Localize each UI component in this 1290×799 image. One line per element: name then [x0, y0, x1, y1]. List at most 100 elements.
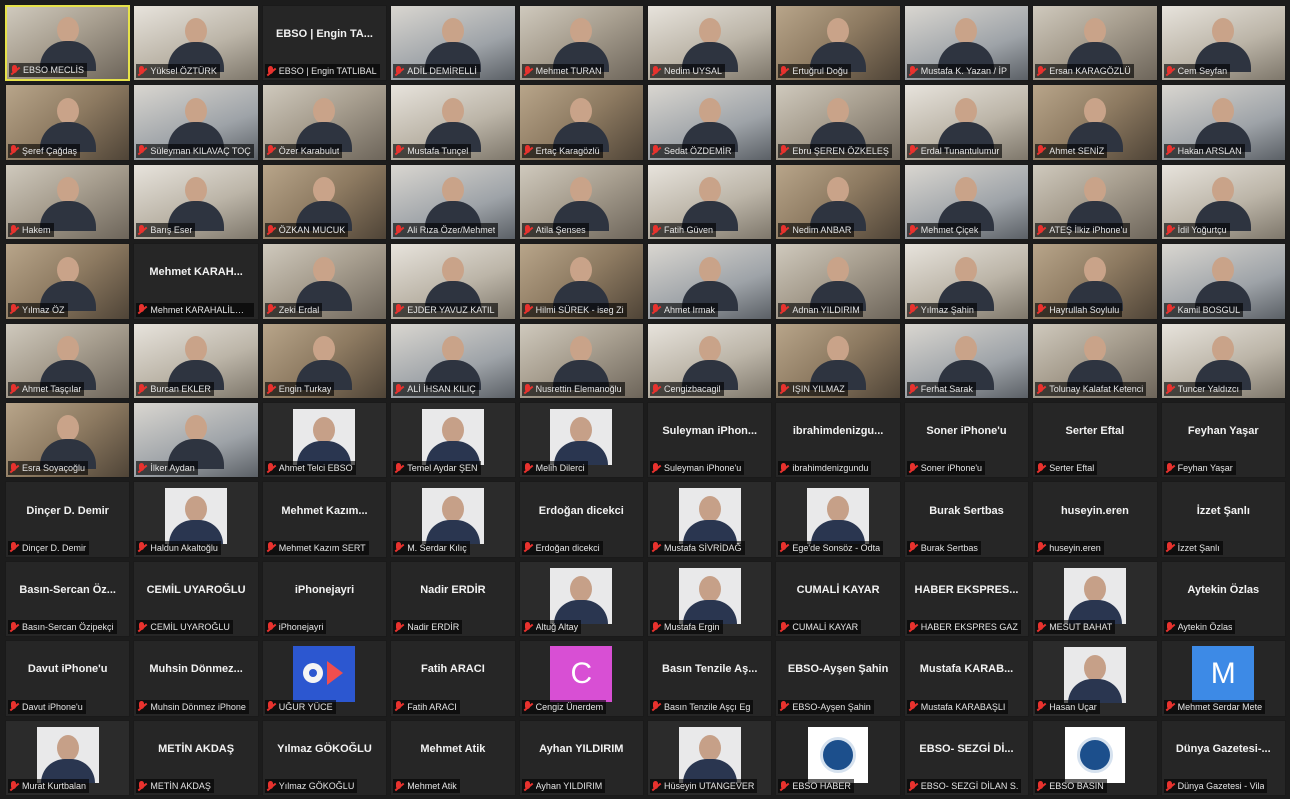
- participant-tile[interactable]: Mehmet Kazım... Mehmet Kazım SERT: [261, 481, 388, 558]
- participant-tile[interactable]: Hakem: [5, 163, 131, 241]
- participant-tile[interactable]: Serter Eftal Serter Eftal: [1032, 402, 1158, 479]
- participant-tile[interactable]: Fatih ARACI Fatih ARACI: [390, 640, 516, 717]
- participant-tile[interactable]: ATEŞ İlkiz iPhone'u: [1032, 163, 1158, 241]
- participant-tile[interactable]: Süleyman KILAVAÇ TOÇ: [133, 84, 259, 161]
- participant-tile[interactable]: İlker Aydan: [133, 402, 259, 479]
- participant-tile[interactable]: Erdal Tunantulumur: [903, 84, 1030, 161]
- participant-tile[interactable]: Altuğ Altay: [518, 560, 644, 638]
- participant-tile[interactable]: Ahmet Irmak: [647, 243, 773, 320]
- participant-tile[interactable]: Temel Aydar ŞEN: [390, 402, 516, 479]
- participant-tile[interactable]: Tolunay Kalafat Ketenci: [1032, 322, 1158, 399]
- participant-tile[interactable]: Ferhat Sarak: [903, 322, 1030, 399]
- participant-tile[interactable]: Soner iPhone'u Soner iPhone'u: [903, 402, 1030, 479]
- participant-tile[interactable]: Mehmet Atik Mehmet Atik: [390, 719, 516, 796]
- participant-tile[interactable]: Davut iPhone'u Davut iPhone'u: [5, 640, 131, 717]
- participant-tile[interactable]: M Mehmet Serdar Mete: [1160, 640, 1286, 717]
- participant-tile[interactable]: Feyhan Yaşar Feyhan Yaşar: [1160, 402, 1286, 479]
- participant-tile[interactable]: Yılmaz ÖZ: [5, 243, 131, 320]
- participant-tile[interactable]: Kamil BOSGUL: [1160, 243, 1286, 320]
- participant-tile[interactable]: MESUT BAHAT: [1032, 560, 1158, 638]
- participant-tile[interactable]: Atila Şenses: [518, 163, 644, 241]
- participant-tile[interactable]: İdil Yoğurtçu: [1160, 163, 1286, 241]
- participant-tile[interactable]: Hüseyin UTANGEVER: [647, 719, 773, 796]
- participant-tile[interactable]: Muhsin Dönmez... Muhsin Dönmez iPhone: [133, 640, 259, 717]
- participant-tile[interactable]: iPhonejayri iPhonejayri: [261, 560, 388, 638]
- participant-tile[interactable]: ÖZKAN MUCUK: [261, 163, 388, 241]
- participant-tile[interactable]: Hasan Uçar: [1032, 640, 1158, 717]
- participant-tile[interactable]: Ali Rıza Özer/Mehmet: [390, 163, 516, 241]
- participant-tile[interactable]: Ersan KARAGÖZLÜ: [1032, 5, 1158, 82]
- participant-tile[interactable]: Ege'de Sonsöz - Odta: [775, 481, 901, 558]
- participant-tile[interactable]: Zeki Erdal: [261, 243, 388, 320]
- participant-tile[interactable]: Erdoğan dicekci Erdoğan dicekci: [518, 481, 644, 558]
- participant-tile[interactable]: EJDER YAVUZ KATIL: [390, 243, 516, 320]
- participant-tile[interactable]: Cengizbacagil: [647, 322, 773, 399]
- participant-tile[interactable]: Mustafa KARAB... Mustafa KARABAŞLI: [903, 640, 1030, 717]
- participant-tile[interactable]: Ertuğrul Doğu: [775, 5, 901, 82]
- participant-tile[interactable]: Suleyman iPhon... Suleyman iPhone'u: [647, 402, 773, 479]
- participant-tile[interactable]: HABER EKSPRES... HABER EKSPRES GAZ: [903, 560, 1030, 638]
- participant-tile[interactable]: UĞUR YÜCE: [261, 640, 388, 717]
- participant-tile[interactable]: C Cengiz Ünerdem: [518, 640, 644, 717]
- participant-tile[interactable]: Cem Seyfan: [1160, 5, 1286, 82]
- participant-tile[interactable]: Dinçer D. Demir Dinçer D. Demir: [5, 481, 131, 558]
- participant-tile[interactable]: Mustafa Tunçel: [390, 84, 516, 161]
- participant-tile[interactable]: Hayrullah Soylulu: [1032, 243, 1158, 320]
- participant-tile[interactable]: Haldun Akaltoğlu: [133, 481, 259, 558]
- participant-tile[interactable]: Yılmaz GÖKOĞLU Yılmaz GÖKOĞLU: [261, 719, 388, 796]
- participant-tile[interactable]: Ahmet Taşçılar: [5, 322, 131, 399]
- participant-tile[interactable]: Nedim UYSAL: [647, 5, 773, 82]
- participant-tile[interactable]: Ahmet Telci EBSO: [261, 402, 388, 479]
- participant-tile[interactable]: Ahmet SENİZ: [1032, 84, 1158, 161]
- participant-tile[interactable]: Murat Kurtbalan: [5, 719, 131, 796]
- participant-tile[interactable]: ibrahimdenizgu... ibrahimdenizgundu: [775, 402, 901, 479]
- participant-tile[interactable]: Mustafa Ergin: [647, 560, 773, 638]
- participant-tile[interactable]: İzzet Şanlı İzzet Şanlı: [1160, 481, 1286, 558]
- participant-tile[interactable]: ADİL DEMİRELLİ: [390, 5, 516, 82]
- participant-tile[interactable]: Ertaç Karagözlü: [518, 84, 644, 161]
- participant-tile[interactable]: Mustafa SİVRİDAĞ: [647, 481, 773, 558]
- participant-tile[interactable]: METİN AKDAŞ METİN AKDAŞ: [133, 719, 259, 796]
- participant-tile[interactable]: Mehmet TURAN: [518, 5, 644, 82]
- participant-tile[interactable]: Sedat ÖZDEMİR: [647, 84, 773, 161]
- participant-tile[interactable]: Şeref Çağdaş: [5, 84, 131, 161]
- participant-tile[interactable]: Tuncer Yaldızcı: [1160, 322, 1286, 399]
- participant-tile[interactable]: CEMİL UYAROĞLU CEMİL UYAROĞLU: [133, 560, 259, 638]
- participant-tile[interactable]: Burak Sertbas Burak Sertbas: [903, 481, 1030, 558]
- participant-tile[interactable]: EBSO- SEZGİ Dİ... EBSO- SEZGİ DİLAN S.: [903, 719, 1030, 796]
- participant-tile[interactable]: EBSO HABER: [775, 719, 901, 796]
- participant-tile[interactable]: IŞIN YILMAZ: [775, 322, 901, 399]
- participant-tile[interactable]: Engin Turkay: [261, 322, 388, 399]
- participant-tile[interactable]: Burcan EKLER: [133, 322, 259, 399]
- participant-tile[interactable]: Özer Karabulut: [261, 84, 388, 161]
- participant-tile[interactable]: Fatih Güven: [647, 163, 773, 241]
- participant-tile[interactable]: Basın-Sercan Öz... Basın-Sercan Özipekçi: [5, 560, 131, 638]
- participant-tile[interactable]: Hakan ARSLAN: [1160, 84, 1286, 161]
- participant-tile[interactable]: EBSO MECLİS: [5, 5, 131, 82]
- participant-tile[interactable]: CUMALİ KAYAR CUMALİ KAYAR: [775, 560, 901, 638]
- participant-tile[interactable]: ALİ İHSAN KILIÇ: [390, 322, 516, 399]
- participant-tile[interactable]: Ayhan YILDIRIM Ayhan YILDIRIM: [518, 719, 644, 796]
- participant-tile[interactable]: Yılmaz Şahin: [903, 243, 1030, 320]
- participant-tile[interactable]: EBSO BASIN: [1032, 719, 1158, 796]
- participant-tile[interactable]: Mehmet Çiçek: [903, 163, 1030, 241]
- participant-tile[interactable]: Nadir ERDİR Nadir ERDİR: [390, 560, 516, 638]
- participant-tile[interactable]: Basın Tenzile Aş... Basın Tenzile Aşçı Eg: [647, 640, 773, 717]
- participant-tile[interactable]: EBSO-Ayşen Şahin EBSO-Ayşen Şahin: [775, 640, 901, 717]
- participant-tile[interactable]: Esra Soyaçoğlu: [5, 402, 131, 479]
- participant-tile[interactable]: Nusrettin Elemanoğlu: [518, 322, 644, 399]
- participant-tile[interactable]: Mehmet KARAH... Mehmet KARAHALİLOĞLU: [133, 243, 259, 320]
- participant-tile[interactable]: Yüksel ÖZTÜRK: [133, 5, 259, 82]
- participant-tile[interactable]: Barış Eser: [133, 163, 259, 241]
- participant-tile[interactable]: Mustafa K. Yazan / İP: [903, 5, 1030, 82]
- participant-tile[interactable]: huseyin.eren huseyin.eren: [1032, 481, 1158, 558]
- participant-tile[interactable]: Hilmi SÜREK - iseg Zi: [518, 243, 644, 320]
- participant-tile[interactable]: Adnan YILDIRIM: [775, 243, 901, 320]
- participant-tile[interactable]: Melih Dilerci: [518, 402, 644, 479]
- participant-tile[interactable]: Ebru ŞEREN ÖZKELEŞ: [775, 84, 901, 161]
- participant-tile[interactable]: Nedim ANBAR: [775, 163, 901, 241]
- participant-tile[interactable]: Aytekin Özlas Aytekin Özlas: [1160, 560, 1286, 638]
- participant-tile[interactable]: Dünya Gazetesi-... Dünya Gazetesi - Vila: [1160, 719, 1286, 796]
- participant-tile[interactable]: EBSO | Engin TA... EBSO | Engin TATLIBAL: [261, 5, 388, 82]
- participant-tile[interactable]: M. Serdar Kılıç: [390, 481, 516, 558]
